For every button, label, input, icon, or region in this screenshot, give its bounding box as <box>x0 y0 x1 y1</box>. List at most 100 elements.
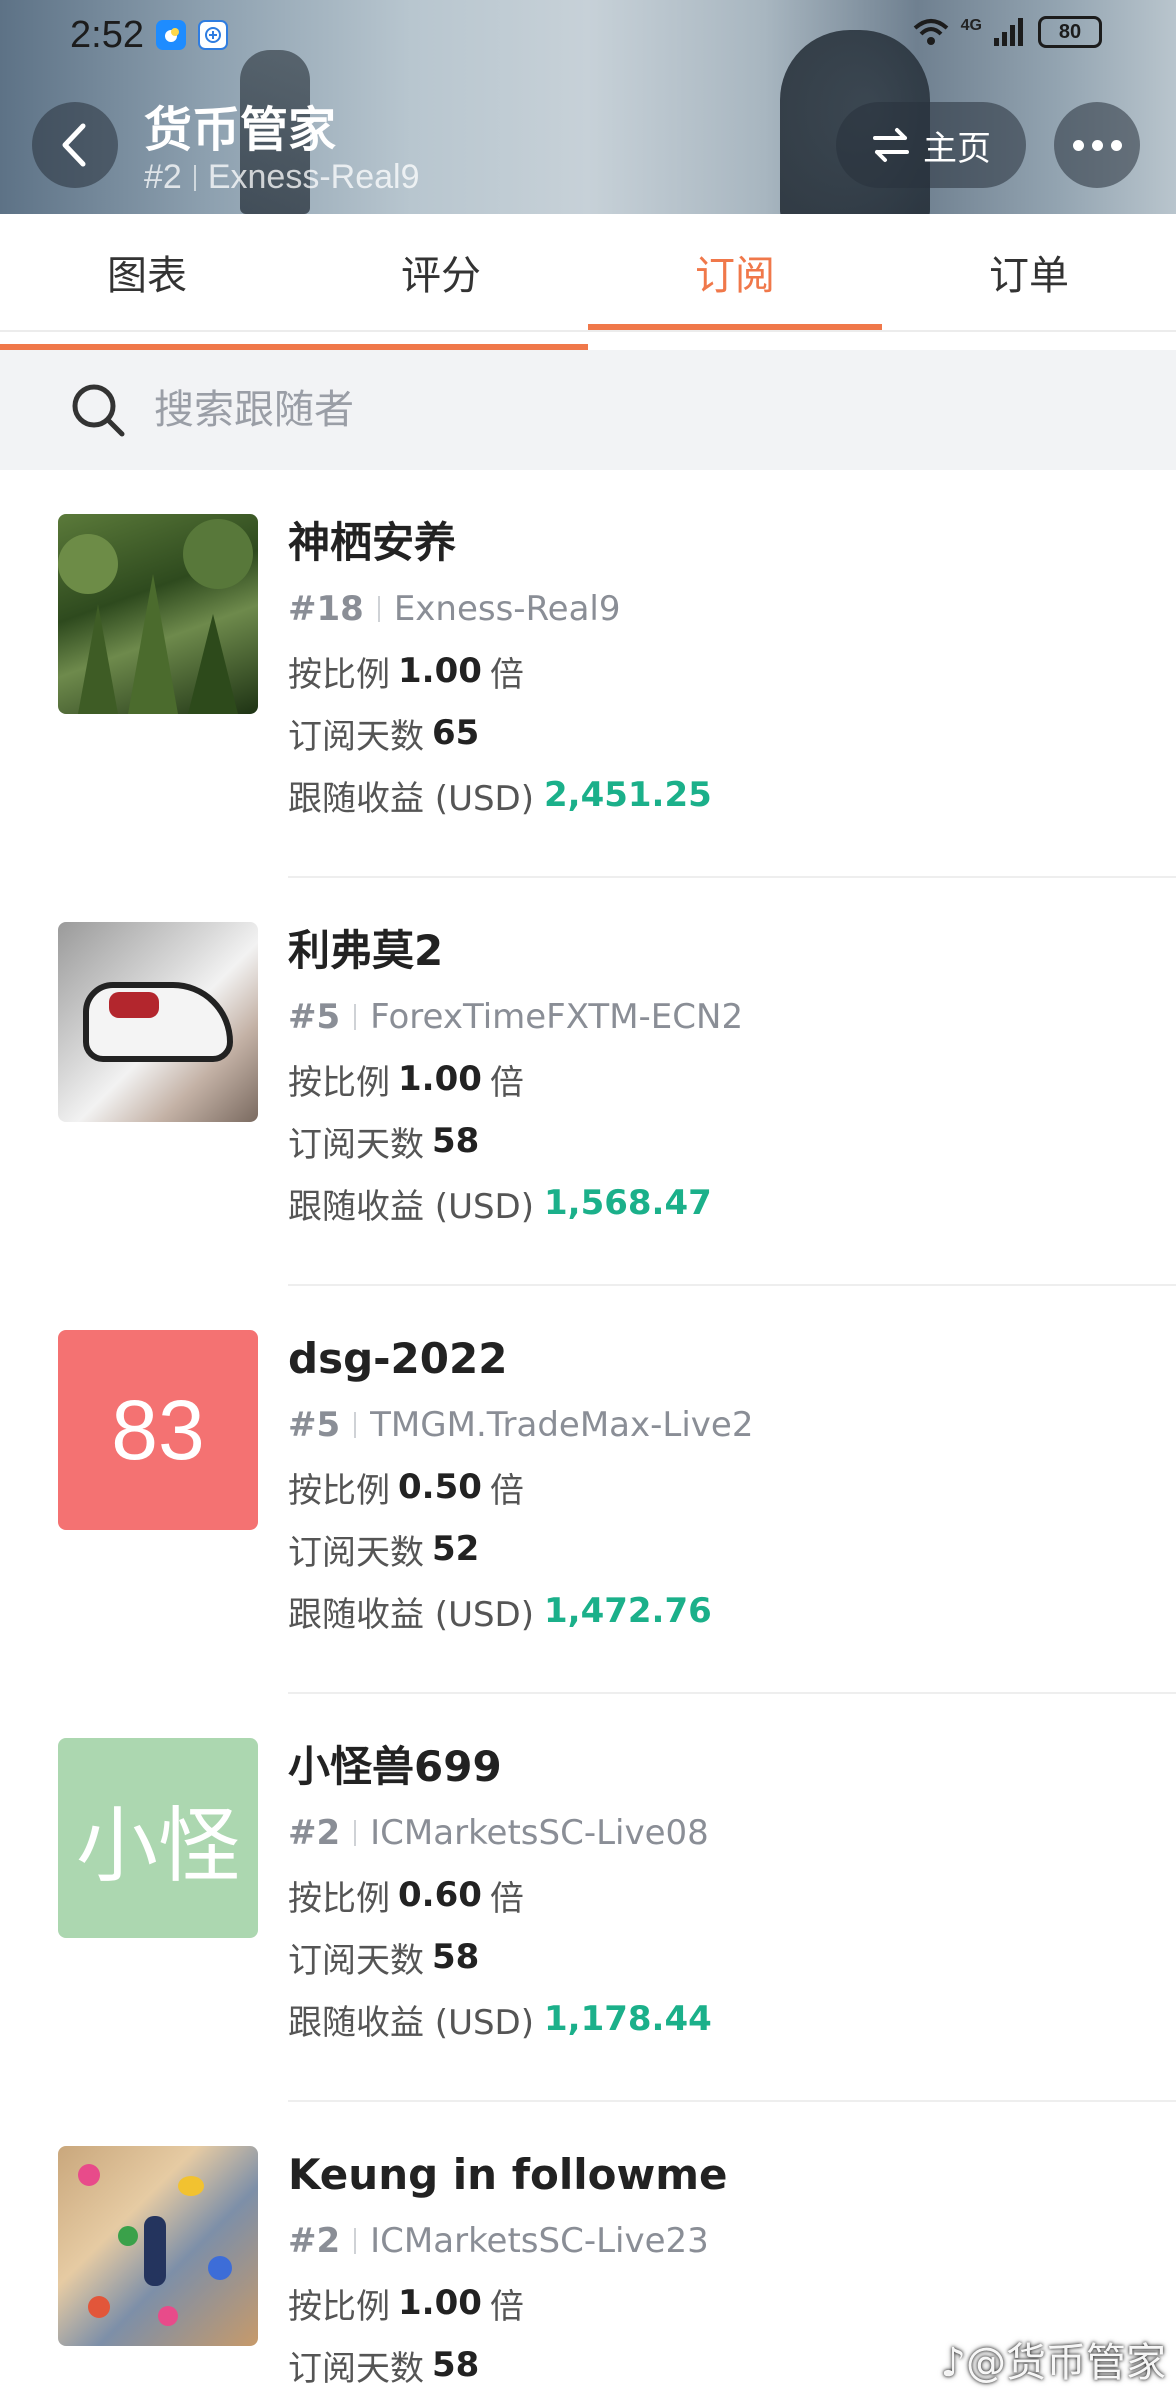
wifi-icon <box>913 19 948 45</box>
list-item[interactable]: 83 dsg-2022 #5 TMGM.TradeMax-Live2 按比例 0… <box>0 1286 1176 1694</box>
network-type: 4G <box>960 17 982 34</box>
ratio-value: 1.00 <box>398 2283 482 2323</box>
signal-icon <box>994 18 1023 46</box>
search-followers-input[interactable] <box>154 387 954 433</box>
climbing-hold <box>118 2226 138 2246</box>
follower-account: #5 TMGM.TradeMax-Live2 <box>288 1402 753 1448</box>
more-options-button[interactable] <box>1054 102 1140 188</box>
profit-label: 跟随收益 (USD) <box>288 778 534 819</box>
follower-name: 神栖安养 <box>288 518 457 567</box>
divider <box>354 1412 357 1438</box>
profit-row: 跟随收益 (USD) 1,568.47 <box>288 1180 743 1227</box>
climbing-hold <box>178 2176 204 2196</box>
profit-row: 跟随收益 (USD) 2,451.25 <box>288 772 712 819</box>
ratio-suffix: 倍 <box>489 2286 524 2327</box>
ratio-value: 1.00 <box>398 651 482 691</box>
ratio-label: 按比例 <box>288 1062 390 1103</box>
ratio-row: 按比例 1.00 倍 <box>288 1056 743 1103</box>
header-banner: 2:52 4G 80 货币管家 #2 Exness-Real9 主页 <box>0 0 1176 214</box>
follower-info: 神栖安养 #18 Exness-Real9 按比例 1.00 倍 订阅天数 65… <box>288 514 712 819</box>
avatar <box>58 514 258 714</box>
list-item[interactable]: 小怪 小怪兽699 #2 ICMarketsSC-Live08 按比例 0.60… <box>0 1694 1176 2102</box>
tab-rating[interactable]: 评分 <box>294 214 588 330</box>
divider <box>354 1004 357 1030</box>
follower-account: #18 Exness-Real9 <box>288 586 712 632</box>
tab-bar: 图表 评分 订阅 订单 <box>0 214 1176 332</box>
profit-value: 1,178.44 <box>544 1999 712 2039</box>
tab-orders[interactable]: 订单 <box>882 214 1176 330</box>
watermark-text: @货币管家 <box>966 2340 1166 2386</box>
tab-subscription[interactable]: 订阅 <box>588 214 882 330</box>
watermark-logo-icon: ♪ <box>940 2340 966 2386</box>
follower-rank: #2 <box>288 2221 341 2261</box>
follower-server: ForexTimeFXTM-ECN2 <box>370 997 744 1037</box>
climbing-hold <box>208 2256 232 2280</box>
list-item[interactable]: 利弗莫2 #5 ForexTimeFXTM-ECN2 按比例 1.00 倍 订阅… <box>0 878 1176 1286</box>
search-icon <box>72 384 125 437</box>
follower-info: 小怪兽699 #2 ICMarketsSC-Live08 按比例 0.60 倍 … <box>288 1738 712 2043</box>
list-item[interactable]: 神栖安养 #18 Exness-Real9 按比例 1.00 倍 订阅天数 65… <box>0 470 1176 878</box>
follower-name: dsg-2022 <box>288 1334 508 1383</box>
home-switch-button[interactable]: 主页 <box>836 102 1026 188</box>
days-value: 58 <box>432 1121 480 1161</box>
profit-label: 跟随收益 (USD) <box>288 2002 534 2043</box>
climber-figure <box>144 2216 166 2286</box>
profit-value: 1,568.47 <box>544 1183 712 1223</box>
avatar <box>58 922 258 1122</box>
follower-server: ICMarketsSC-Live23 <box>370 2221 709 2261</box>
days-value: 52 <box>432 1529 480 1569</box>
avatar: 小怪 <box>58 1738 258 1938</box>
days-value: 65 <box>432 713 480 753</box>
status-time: 2:52 <box>70 14 144 56</box>
days-value: 58 <box>432 2345 480 2385</box>
climbing-wall-image <box>58 2146 258 2346</box>
status-icons: 4G 80 <box>911 16 1102 48</box>
profit-value: 1,472.76 <box>544 1591 712 1631</box>
follower-server: Exness-Real9 <box>393 589 621 629</box>
days-value: 58 <box>432 1937 480 1977</box>
follower-account: #5 ForexTimeFXTM-ECN2 <box>288 994 743 1040</box>
more-icon-dot <box>1091 139 1103 151</box>
ratio-row: 按比例 1.00 倍 <box>288 648 712 695</box>
days-row: 订阅天数 65 <box>288 710 712 757</box>
ratio-value: 1.00 <box>398 1059 482 1099</box>
climbing-hold <box>158 2306 178 2326</box>
ratio-label: 按比例 <box>288 2286 390 2327</box>
ratio-suffix: 倍 <box>489 654 524 695</box>
divider <box>354 2228 357 2254</box>
profit-row: 跟随收益 (USD) 1,472.76 <box>288 1588 753 1635</box>
back-button[interactable] <box>32 102 118 188</box>
follower-rank: #5 <box>288 1405 341 1445</box>
follower-name: 小怪兽699 <box>288 1742 502 1791</box>
ratio-value: 0.50 <box>398 1467 482 1507</box>
days-row: 订阅天数 58 <box>288 1934 712 1981</box>
profit-label: 跟随收益 (USD) <box>288 1186 534 1227</box>
account-subtitle: #2 Exness-Real9 <box>144 158 419 197</box>
profit-value: 2,451.25 <box>544 775 712 815</box>
ratio-value: 0.60 <box>398 1875 482 1915</box>
follower-name: Keung in followme <box>288 2150 728 2199</box>
ratio-label: 按比例 <box>288 654 390 695</box>
avatar-text: 小怪 <box>75 1800 240 1892</box>
divider <box>377 596 380 622</box>
more-icon <box>1072 139 1084 151</box>
days-row: 订阅天数 58 <box>288 2342 728 2389</box>
ratio-label: 按比例 <box>288 1878 390 1919</box>
ratio-label: 按比例 <box>288 1470 390 1511</box>
follower-account: #2 ICMarketsSC-Live08 <box>288 1810 712 1856</box>
ratio-row: 按比例 0.60 倍 <box>288 1872 712 1919</box>
account-server: Exness-Real9 <box>207 158 420 196</box>
ratio-suffix: 倍 <box>489 1878 524 1919</box>
days-label: 订阅天数 <box>288 716 424 757</box>
swap-arrows-icon <box>873 128 909 162</box>
ratio-suffix: 倍 <box>489 1470 524 1511</box>
ratio-suffix: 倍 <box>489 1062 524 1103</box>
follower-rank: #18 <box>288 589 364 629</box>
tab-chart[interactable]: 图表 <box>0 214 294 330</box>
avatar <box>58 2146 258 2346</box>
climbing-hold <box>88 2296 110 2318</box>
divider <box>193 164 196 191</box>
sneaker-image <box>83 982 233 1062</box>
follower-server: ICMarketsSC-Live08 <box>370 1813 709 1853</box>
ratio-row: 按比例 0.50 倍 <box>288 1464 753 1511</box>
